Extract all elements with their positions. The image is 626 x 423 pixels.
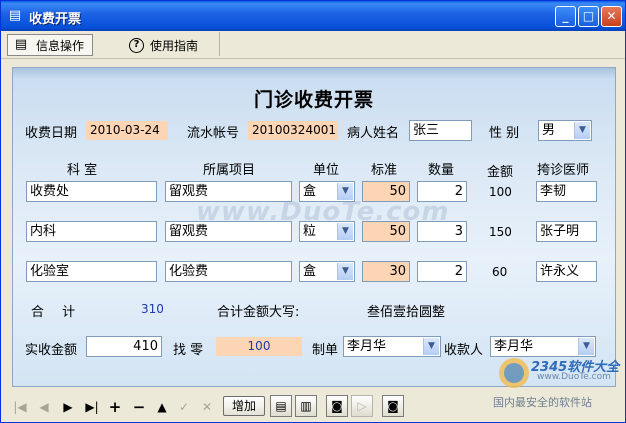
minimize-button[interactable]: _	[555, 6, 576, 27]
row3-unit-select[interactable]: 盒 ▼	[299, 261, 355, 282]
menu-user-guide-label: 使用指南	[150, 38, 199, 53]
received-label: 实收金额	[25, 343, 78, 358]
maximize-button[interactable]: □	[578, 6, 599, 27]
row3-price-input[interactable]: 30	[362, 261, 410, 282]
chevron-down-icon[interactable]: ▼	[574, 122, 590, 139]
row2-qty-input[interactable]: 3	[417, 221, 467, 242]
row2-doctor-input[interactable]: 张子明	[536, 221, 597, 242]
search-icon[interactable]: ◙	[382, 395, 404, 417]
row1-amount: 100	[489, 185, 512, 199]
row2-item-input[interactable]: 留观费	[165, 221, 292, 242]
row1-unit-select[interactable]: 盒 ▼	[299, 181, 355, 202]
logo-subtext: www.DuoTe.com	[537, 372, 611, 382]
info-card-icon: ▤	[14, 37, 28, 52]
row2-amount: 150	[489, 225, 512, 239]
patient-name-input[interactable]: 张三	[409, 120, 472, 141]
row1-unit-value: 盒	[303, 184, 317, 199]
menu-bar: ▤ 信息操作 ? 使用指南	[1, 31, 625, 59]
change-value: 100	[216, 337, 302, 356]
panel-header-strip	[13, 68, 615, 78]
close-button[interactable]: ✕	[601, 6, 622, 27]
row1-dept-input[interactable]: 收费处	[26, 181, 157, 202]
edit-record-icon[interactable]: ▲	[151, 396, 173, 418]
row2-unit-value: 粒	[303, 224, 317, 239]
menu-info-operation-label: 信息操作	[36, 38, 85, 53]
menu-info-operation[interactable]: ▤ 信息操作	[7, 34, 94, 56]
row3-item-input[interactable]: 化验费	[165, 261, 292, 282]
print-preview-icon[interactable]: ▥	[295, 395, 317, 417]
received-input[interactable]: 410	[86, 336, 162, 357]
row2-unit-select[interactable]: 粒 ▼	[299, 221, 355, 242]
header-amount: 金额	[487, 165, 514, 180]
site-logo: 2345软件大全 www.DuoTe.com	[497, 354, 625, 394]
title-bar: ▤ 收费开票 _ □ ✕	[1, 1, 625, 31]
header-doctor: 挎诊医师	[537, 163, 590, 178]
delete-record-icon[interactable]: −	[128, 396, 150, 418]
header-unit: 单位	[313, 163, 340, 178]
row3-dept-input[interactable]: 化验室	[26, 261, 157, 282]
cashier-label: 收款人	[444, 343, 484, 358]
menu-separator	[219, 32, 220, 56]
menu-user-guide[interactable]: ? 使用指南	[125, 34, 206, 56]
total-uppercase-value: 叁佰壹拾圆整	[367, 305, 446, 320]
cancel-record-icon[interactable]: ✕	[196, 396, 218, 418]
row3-unit-value: 盒	[303, 264, 317, 279]
header-qty: 数量	[428, 163, 455, 178]
total-uppercase-label: 合计金额大写:	[217, 305, 300, 320]
row3-qty-input[interactable]: 2	[417, 261, 467, 282]
serial-label: 流水帐号	[187, 126, 240, 141]
zoom-icon[interactable]: ◙	[326, 395, 348, 417]
form-title: 门诊收费开票	[253, 89, 374, 111]
row2-dept-input[interactable]: 内科	[26, 221, 157, 242]
insert-record-icon[interactable]: +	[104, 396, 126, 418]
maker-select[interactable]: 李月华 ▼	[343, 336, 441, 357]
row1-item-input[interactable]: 留观费	[165, 181, 292, 202]
maker-label: 制单	[312, 343, 339, 358]
add-button[interactable]: 增加	[223, 396, 265, 416]
chevron-down-icon[interactable]: ▼	[337, 223, 353, 240]
maker-value: 李月华	[347, 339, 387, 354]
header-item: 所属项目	[203, 163, 256, 178]
row1-price-input[interactable]: 50	[362, 181, 410, 202]
row3-amount: 60	[492, 265, 508, 279]
play-icon[interactable]: ▷	[351, 395, 373, 417]
cashier-value: 李月华	[494, 339, 534, 354]
prev-record-icon[interactable]: ◀	[33, 396, 55, 418]
row2-price-input[interactable]: 50	[362, 221, 410, 242]
row1-qty-input[interactable]: 2	[417, 181, 467, 202]
first-record-icon[interactable]: |◀	[9, 396, 31, 418]
chevron-down-icon[interactable]: ▼	[578, 338, 594, 355]
change-label: 找 零	[173, 343, 204, 358]
print-icon[interactable]: ▤	[270, 395, 292, 417]
last-record-icon[interactable]: ▶|	[81, 396, 103, 418]
row3-doctor-input[interactable]: 许永义	[536, 261, 597, 282]
post-record-icon[interactable]: ✓	[173, 396, 195, 418]
row1-doctor-input[interactable]: 李韧	[536, 181, 597, 202]
chevron-down-icon[interactable]: ▼	[337, 263, 353, 280]
chevron-down-icon[interactable]: ▼	[337, 183, 353, 200]
serial-value: 20100324001	[248, 121, 338, 140]
site-caption: 国内最安全的软件站	[493, 396, 592, 409]
help-icon: ?	[129, 37, 144, 53]
main-window: ▤ 收费开票 _ □ ✕ ▤ 信息操作 ? 使用指南 www.DuoTe.com…	[0, 0, 626, 423]
total-label: 合 计	[31, 305, 76, 320]
gender-label: 性 别	[489, 126, 520, 141]
patient-name-label: 病人姓名	[347, 126, 400, 141]
window-title: 收费开票	[29, 12, 82, 27]
app-icon: ▤	[8, 8, 22, 23]
logo-emblem-icon	[499, 358, 529, 388]
charge-date-label: 收费日期	[25, 126, 78, 141]
gender-value: 男	[542, 123, 556, 138]
header-price: 标准	[371, 163, 398, 178]
header-dept: 科 室	[67, 163, 98, 178]
gender-select[interactable]: 男 ▼	[538, 120, 592, 141]
charge-date-value: 2010-03-24	[86, 121, 168, 140]
total-value: 310	[141, 302, 164, 316]
next-record-icon[interactable]: ▶	[57, 396, 79, 418]
chevron-down-icon[interactable]: ▼	[423, 338, 439, 355]
